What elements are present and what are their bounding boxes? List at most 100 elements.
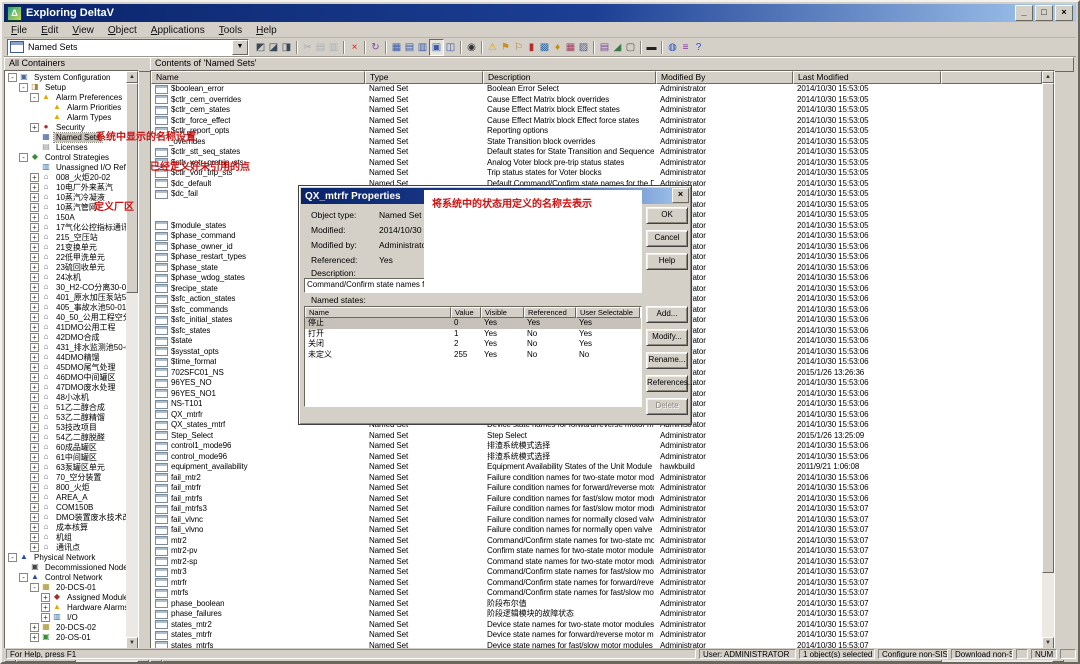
expand-icon[interactable]: + (30, 403, 39, 412)
expand-icon[interactable]: + (30, 413, 39, 422)
chart-icon[interactable]: ◢ (611, 40, 624, 55)
tree-item[interactable]: ▣Decommissioned Nodes (5, 562, 126, 572)
table-row[interactable]: states_mtrfrNamed SetDevice state names … (151, 630, 1042, 641)
table-row[interactable]: fail_mtrfs3Named SetFailure condition na… (151, 504, 1042, 515)
expand-icon[interactable]: + (30, 463, 39, 472)
expand-icon[interactable]: + (30, 633, 39, 642)
table-row[interactable]: $ctlr_report_optsNamed SetReporting opti… (151, 126, 1042, 137)
books-icon[interactable]: ≡ (679, 40, 692, 55)
grid-blue-icon[interactable]: ▨ (577, 40, 590, 55)
expand-icon[interactable]: + (30, 513, 39, 522)
tree-item[interactable]: -▦20-DCS-01 (5, 582, 126, 592)
expand-icon[interactable]: + (30, 273, 39, 282)
expand-icon[interactable]: + (30, 363, 39, 372)
find-next-icon[interactable]: ◨ (280, 40, 293, 55)
expand-icon[interactable]: + (30, 223, 39, 232)
tree-item[interactable]: -▲Alarm Preferences (5, 92, 126, 102)
tree-item[interactable]: +⌂63泵罐区单元 (5, 462, 126, 472)
tree-item[interactable]: +⌂48小冰机 (5, 392, 126, 402)
table-row[interactable]: fail_mtrfrNamed SetFailure condition nam… (151, 483, 1042, 494)
collapse-icon[interactable]: - (8, 553, 17, 562)
keyboard-icon[interactable]: ▬ (645, 40, 658, 55)
tree-item[interactable]: +⌂DMO装置废水技术改造 (5, 512, 126, 522)
table-row[interactable]: _overridesNamed SetState Transition bloc… (151, 137, 1042, 148)
tree-item[interactable]: +⌂008_火炬20-02 (5, 172, 126, 182)
table-row[interactable]: control_mode96Named Set排渣系统模式选择Administr… (151, 452, 1042, 463)
view-list-icon[interactable]: ▥ (416, 40, 429, 55)
tree-item[interactable]: +⌂401_原水加压泵站50-03 (5, 292, 126, 302)
expand-icon[interactable]: + (30, 203, 39, 212)
table-row[interactable]: $ctlr_votr_trip_stsNamed SetTrip status … (151, 168, 1042, 179)
add-button[interactable]: Add... (646, 306, 688, 323)
table-row[interactable]: fail_vlvnoNamed SetFailure condition nam… (151, 525, 1042, 536)
expand-icon[interactable]: + (30, 313, 39, 322)
tree-item[interactable]: +◆Assigned Modules (5, 592, 126, 602)
column-header-description[interactable]: Description (483, 71, 656, 84)
table-row[interactable]: $ctlr_stt_seq_statesNamed SetDefault sta… (151, 147, 1042, 158)
tree-item[interactable]: +⌂AREA_A (5, 492, 126, 502)
menu-edit[interactable]: Edit (34, 25, 65, 36)
tree-item[interactable]: +⌂47DMO废水处理 (5, 382, 126, 392)
state-column-name[interactable]: Name (305, 307, 451, 318)
tree-item[interactable]: ▲Alarm Priorities (5, 102, 126, 112)
references-button[interactable]: References... (646, 375, 688, 392)
table-row[interactable]: $ctlr_cem_statesNamed SetCause Effect Ma… (151, 105, 1042, 116)
maximize-button[interactable]: □ (1035, 5, 1053, 21)
view-details-icon[interactable]: ▣ (429, 39, 444, 56)
tree-item[interactable]: +⌂44DMO精馏 (5, 352, 126, 362)
copy-icon[interactable]: ▤ (314, 40, 327, 55)
menu-applications[interactable]: Applications (144, 25, 212, 36)
table-row[interactable]: states_mtr2Named SetDevice state names f… (151, 620, 1042, 631)
column-header-last-modified[interactable]: Last Modified (793, 71, 941, 84)
grid-red-icon[interactable]: ▦ (564, 40, 577, 55)
table-row[interactable]: mtr2-pvNamed SetConfirm state names for … (151, 546, 1042, 557)
expand-icon[interactable]: + (30, 623, 39, 632)
expand-icon[interactable]: + (30, 373, 39, 382)
expand-icon[interactable]: + (30, 263, 39, 272)
table-row[interactable]: mtr2Named SetCommand/Confirm state names… (151, 536, 1042, 547)
expand-icon[interactable]: + (30, 323, 39, 332)
expand-icon[interactable]: + (30, 483, 39, 492)
tree-item[interactable]: -▲Control Network (5, 572, 126, 582)
expand-icon[interactable]: + (30, 453, 39, 462)
menu-tools[interactable]: Tools (212, 25, 249, 36)
tree-item[interactable]: +⌂23硫回收单元 (5, 262, 126, 272)
expand-icon[interactable]: + (30, 353, 39, 362)
expand-icon[interactable]: + (30, 473, 39, 482)
expand-icon[interactable]: + (30, 383, 39, 392)
named-state-row[interactable]: 停止0YesYesYes (305, 318, 641, 329)
expand-icon[interactable]: + (41, 613, 50, 622)
tree-item[interactable]: +⌂60成品罐区 (5, 442, 126, 452)
context-help-icon[interactable]: ? (692, 40, 705, 55)
table-row[interactable]: fail_mtr2Named SetFailure condition name… (151, 473, 1042, 484)
tree-item[interactable]: +⌂215_空压站 (5, 232, 126, 242)
license-key-icon[interactable]: ♦ (551, 40, 564, 55)
container-selector-combo[interactable]: Named Sets ▼ (7, 39, 249, 56)
picture-icon[interactable]: ▩ (538, 40, 551, 55)
tree-item[interactable]: +⌂53技改项目 (5, 422, 126, 432)
table-row[interactable]: phase_booleanNamed Set阶段布尔值Administrator… (151, 599, 1042, 610)
expand-icon[interactable]: + (30, 543, 39, 552)
column-header-type[interactable]: Type (365, 71, 483, 84)
tree-item[interactable]: +▦20-DCS-02 (5, 622, 126, 632)
tree-item[interactable]: +⌂22低甲洗单元 (5, 252, 126, 262)
state-column-referenced[interactable]: Referenced (524, 307, 576, 318)
tree-item[interactable]: +⌂51乙二醇合成 (5, 402, 126, 412)
ok-button[interactable]: OK (646, 207, 688, 224)
tree-item[interactable]: +⌂通讯点 (5, 542, 126, 552)
expand-icon[interactable]: + (30, 433, 39, 442)
tree-item[interactable]: +▣20-OS-01 (5, 632, 126, 642)
tree-item[interactable]: +⌂46DMO中间罐区 (5, 372, 126, 382)
table-row[interactable]: Step_SelectNamed SetStep SelectAdministr… (151, 431, 1042, 442)
table-row[interactable]: mtr3Named SetCommand/Confirm state names… (151, 567, 1042, 578)
tree-item[interactable]: +⌂41DMO公用工程 (5, 322, 126, 332)
expand-icon[interactable]: + (30, 283, 39, 292)
tree-item[interactable]: +▲Hardware Alarms (5, 602, 126, 612)
expand-icon[interactable]: + (30, 233, 39, 242)
cut-icon[interactable]: ✂ (301, 40, 314, 55)
expand-icon[interactable]: + (30, 493, 39, 502)
combo-dropdown-icon[interactable]: ▼ (232, 40, 248, 55)
tree-item[interactable]: +⌂800_火炬 (5, 482, 126, 492)
unassign-icon[interactable]: ⚐ (512, 40, 525, 55)
tree-item[interactable]: +⌂机组 (5, 532, 126, 542)
